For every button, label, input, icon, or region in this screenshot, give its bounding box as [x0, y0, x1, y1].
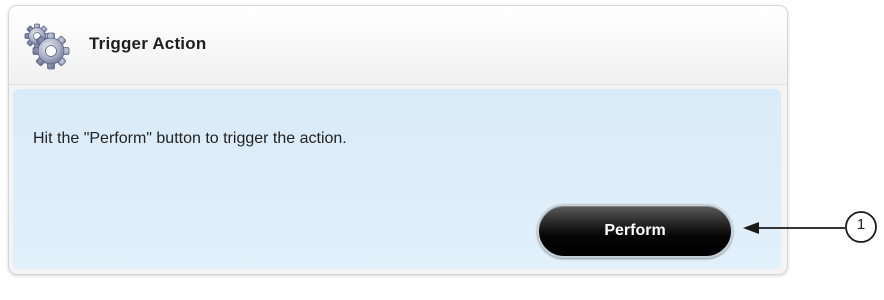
panel-header: Trigger Action	[9, 6, 787, 85]
stage: Trigger Action Hit the "Perform" button …	[0, 0, 884, 300]
gear-icon	[24, 23, 70, 70]
panel-title: Trigger Action	[89, 34, 207, 53]
trigger-action-panel: Trigger Action Hit the "Perform" button …	[8, 5, 788, 275]
panel-body: Hit the "Perform" button to trigger the …	[13, 89, 781, 269]
perform-button[interactable]: Perform	[537, 204, 733, 258]
callout-number: 1	[856, 216, 866, 233]
instruction-text: Hit the "Perform" button to trigger the …	[33, 130, 347, 147]
